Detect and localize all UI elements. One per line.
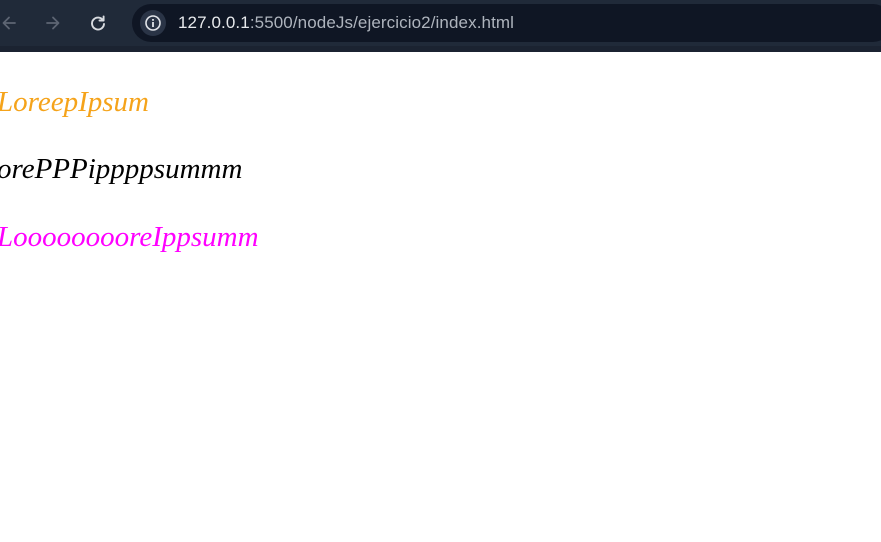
back-button[interactable]: [0, 11, 21, 35]
url-host: 127.0.0.1: [178, 13, 250, 32]
text-line-1: LoreepIpsum: [0, 86, 149, 118]
text-line-2: orePPPippppsummm: [0, 153, 243, 185]
address-bar[interactable]: 127.0.0.1:5500/nodeJs/ejercicio2/index.h…: [132, 4, 881, 42]
info-icon: [145, 15, 161, 31]
url-text[interactable]: 127.0.0.1:5500/nodeJs/ejercicio2/index.h…: [178, 13, 514, 33]
reload-button[interactable]: [86, 11, 110, 35]
site-info-button[interactable]: [140, 10, 166, 36]
url-path: :5500/nodeJs/ejercicio2/index.html: [249, 13, 515, 32]
forward-button[interactable]: [41, 11, 65, 35]
arrow-right-icon: [46, 16, 60, 30]
text-line-3: LooooooooreIppsumm: [0, 221, 259, 253]
toolbar-divider: [0, 46, 881, 52]
browser-toolbar: 127.0.0.1:5500/nodeJs/ejercicio2/index.h…: [0, 0, 881, 46]
arrow-left-icon: [2, 16, 16, 30]
reload-icon: [91, 15, 105, 31]
